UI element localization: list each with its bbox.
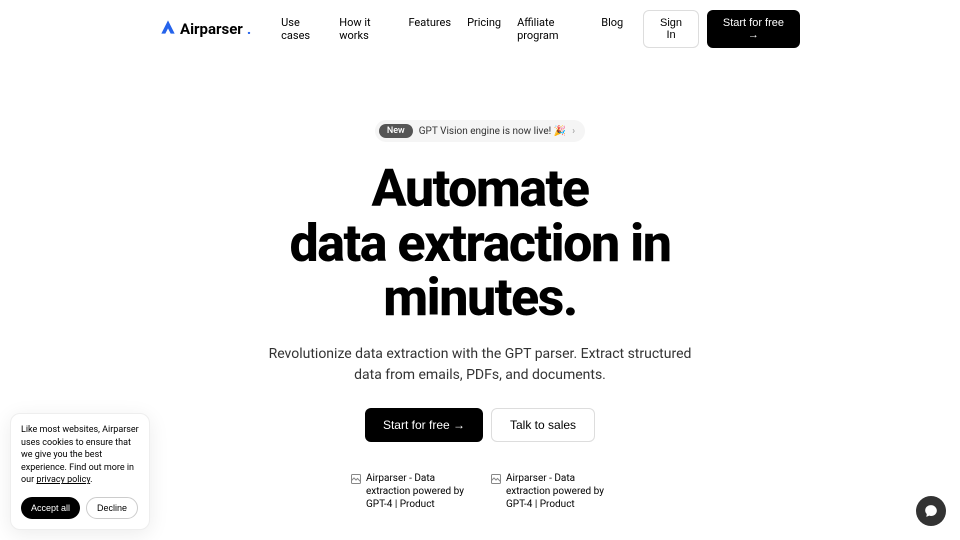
product-image-2[interactable]: Airparser - Data extraction powered by G… <box>490 472 610 511</box>
cookie-text: Like most websites, Airparser uses cooki… <box>21 424 139 487</box>
title-line-3: minutes. <box>383 267 577 328</box>
image-alt-2: Airparser - Data extraction powered by G… <box>506 472 610 511</box>
nav-pricing[interactable]: Pricing <box>467 16 501 42</box>
image-alt-1: Airparser - Data extraction powered by G… <box>366 472 470 511</box>
hero-cta-group: Start for free → Talk to sales <box>40 408 920 442</box>
sign-in-button[interactable]: Sign In <box>643 10 699 48</box>
hero-subtitle: Revolutionize data extraction with the G… <box>260 344 700 386</box>
talk-to-sales-button[interactable]: Talk to sales <box>491 408 595 442</box>
nav-use-cases[interactable]: Use cases <box>281 16 323 42</box>
announcement-badge[interactable]: New GPT Vision engine is now live! 🎉 › <box>375 120 585 142</box>
nav-affiliate[interactable]: Affiliate program <box>517 16 585 42</box>
nav-features[interactable]: Features <box>408 16 451 42</box>
privacy-policy-link[interactable]: privacy policy <box>36 475 90 485</box>
chat-icon <box>924 504 938 518</box>
product-image-1[interactable]: Airparser - Data extraction powered by G… <box>350 472 470 511</box>
nav-how-it-works[interactable]: How it works <box>339 16 392 42</box>
logo[interactable]: Airparser. <box>160 19 251 40</box>
header-actions: Sign In Start for free → <box>643 10 800 48</box>
hero-title: Automate data extraction in minutes. <box>40 162 920 326</box>
cookie-banner: Like most websites, Airparser uses cooki… <box>10 413 150 530</box>
cookie-decline-button[interactable]: Decline <box>86 497 138 519</box>
header: Airparser. Use cases How it works Featur… <box>0 0 960 58</box>
title-line-2: data extraction in <box>290 213 671 274</box>
start-free-button-header[interactable]: Start for free → <box>707 10 800 48</box>
badge-text: GPT Vision engine is now live! 🎉 <box>419 126 566 137</box>
broken-image-icon <box>350 473 362 485</box>
cookie-buttons: Accept all Decline <box>21 497 139 519</box>
broken-image-icon <box>490 473 502 485</box>
cookie-text-suffix: . <box>90 475 92 485</box>
nav: Use cases How it works Features Pricing … <box>281 16 623 42</box>
image-strip: Airparser - Data extraction powered by G… <box>40 472 920 511</box>
chevron-right-icon: › <box>572 126 575 137</box>
nav-blog[interactable]: Blog <box>601 16 623 42</box>
logo-dot: . <box>247 20 251 38</box>
title-line-1: Automate <box>371 158 588 219</box>
logo-icon <box>160 19 176 40</box>
cookie-accept-button[interactable]: Accept all <box>21 497 80 519</box>
start-free-button-hero[interactable]: Start for free → <box>365 408 483 442</box>
chat-widget-button[interactable] <box>916 496 946 526</box>
badge-new-label: New <box>379 124 413 138</box>
logo-text: Airparser <box>180 20 243 38</box>
